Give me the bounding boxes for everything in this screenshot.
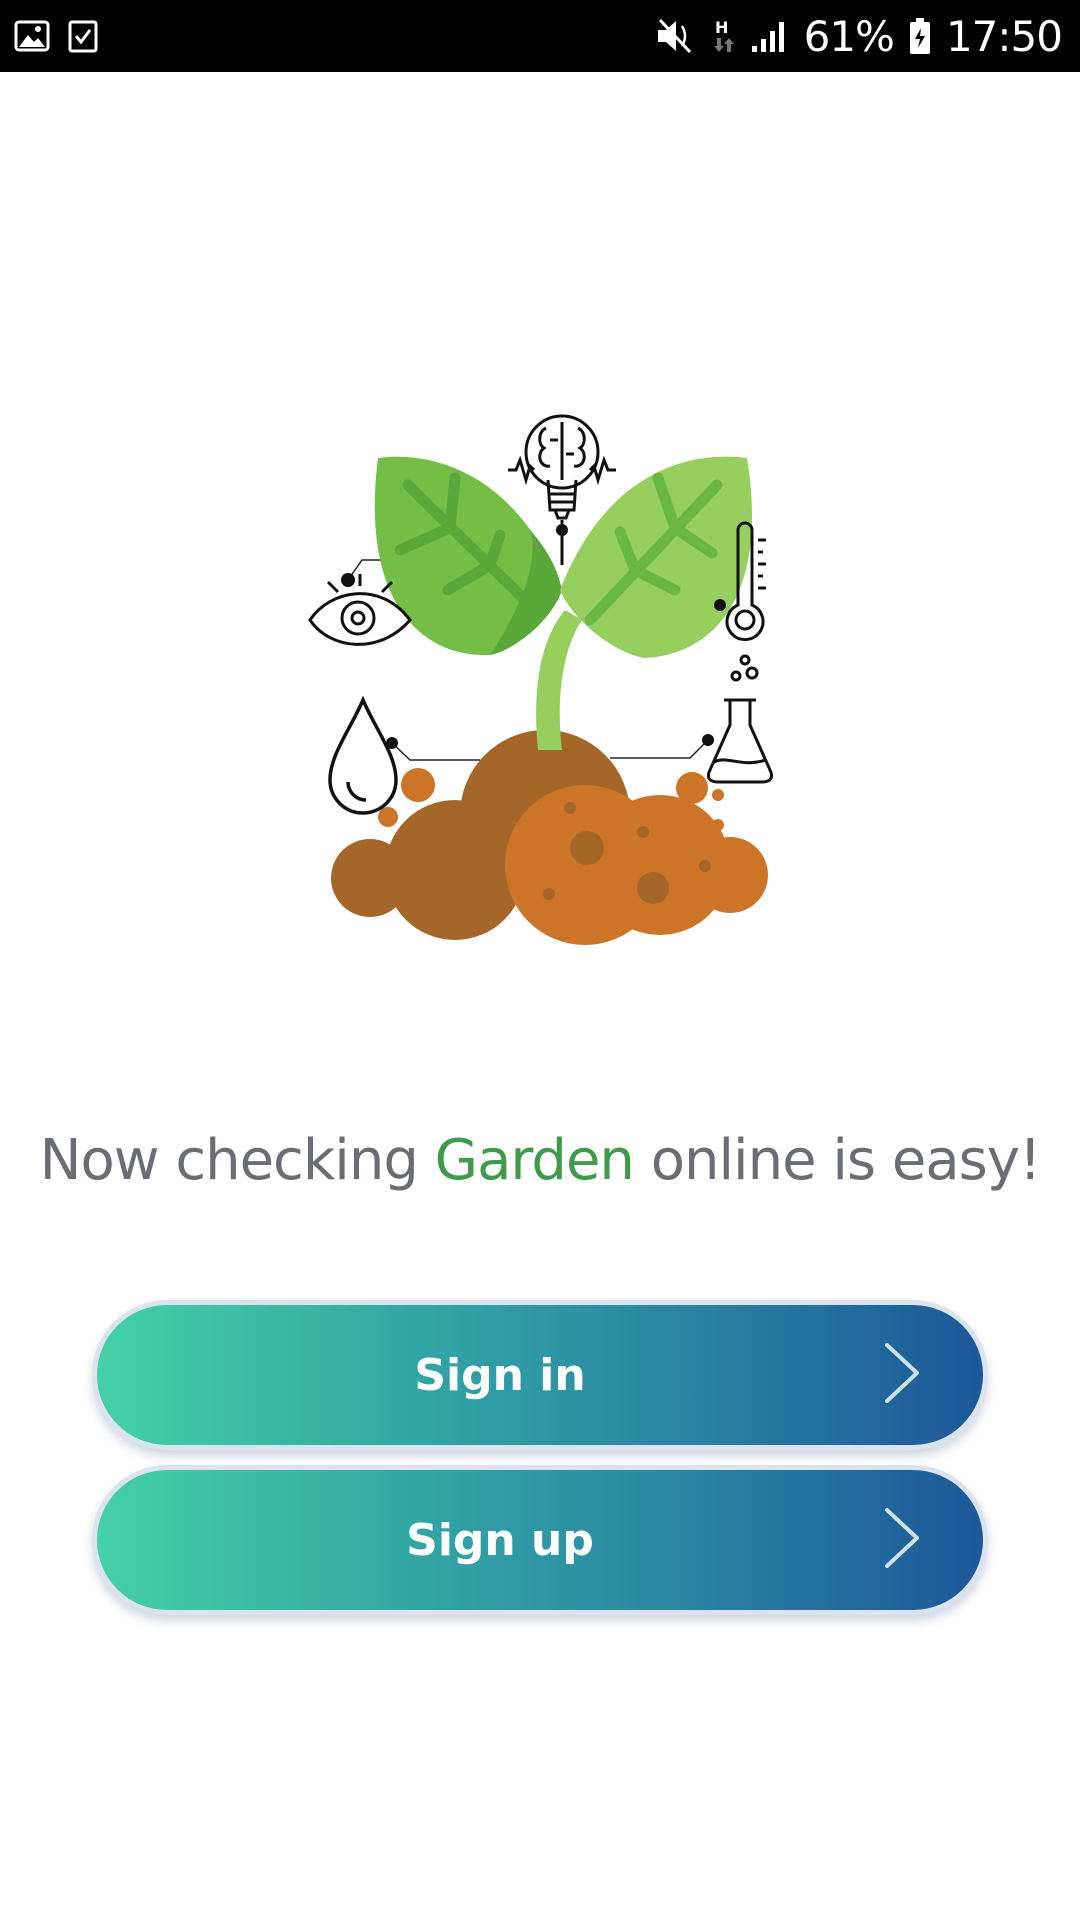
battery-icon (908, 16, 932, 56)
tagline-brand: Garden (434, 1128, 635, 1193)
signal-icon (750, 18, 790, 54)
checklist-icon (68, 19, 98, 53)
battery-percent: 61% (803, 11, 895, 61)
status-bar: H 61% 17:50 (0, 0, 1080, 72)
network-h-icon: H (710, 16, 736, 56)
soil-icon (331, 730, 768, 945)
flask-icon (706, 654, 774, 784)
chevron-right-icon (883, 1341, 923, 1409)
tagline-suffix: online is easy! (633, 1128, 1042, 1193)
tagline: Now checking Garden online is easy! (0, 1128, 1080, 1193)
tagline-prefix: Now checking (39, 1128, 435, 1193)
sign-in-button-fill: Sign in (97, 1305, 983, 1445)
sign-in-button[interactable]: Sign in (92, 1300, 988, 1450)
chevron-right-icon (883, 1506, 923, 1574)
water-drop-icon (328, 695, 398, 815)
gallery-icon (14, 20, 50, 52)
status-time: 17:50 (945, 11, 1063, 61)
sign-in-label: Sign in (414, 1349, 586, 1401)
mute-icon (654, 16, 696, 56)
svg-text:H: H (715, 18, 728, 37)
sign-up-button[interactable]: Sign up (92, 1465, 988, 1615)
garden-illustration (300, 410, 780, 950)
sign-up-button-fill: Sign up (97, 1470, 983, 1610)
welcome-screen: H 61% 17:50 Now checking Garden online i… (0, 0, 1080, 1920)
sign-up-label: Sign up (406, 1514, 594, 1566)
